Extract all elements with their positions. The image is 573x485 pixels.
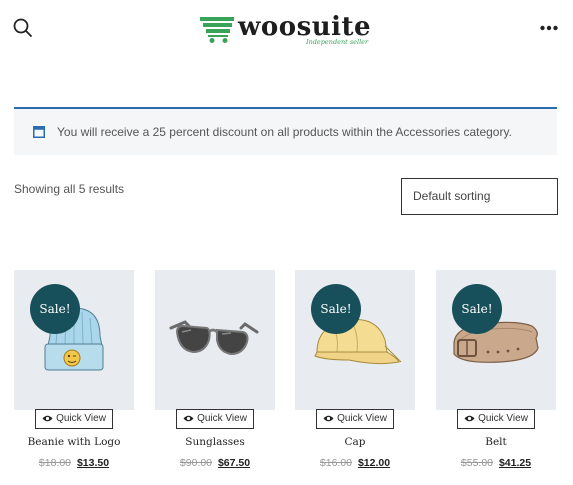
quick-view-button[interactable]: Quick View [316, 409, 394, 429]
old-price: $16.00 [319, 457, 353, 469]
product-image[interactable]: Sale! [436, 270, 556, 410]
product-image[interactable]: Sale! [14, 270, 134, 410]
notice-text: You will receive a 25 percent discount o… [57, 125, 512, 139]
cart-logo-icon [200, 17, 234, 43]
site-header: woosuite Independent seller [0, 0, 573, 60]
product-image[interactable] [155, 270, 275, 410]
product-card[interactable]: Quick View Sunglasses $90.00 $67.50 [155, 270, 275, 475]
sorting-select[interactable]: Default sorting [401, 178, 558, 215]
quick-view-label: Quick View [56, 413, 106, 424]
site-logo[interactable]: woosuite Independent seller [200, 12, 380, 48]
quick-view-label: Quick View [478, 413, 528, 424]
product-price: $55.00 $41.25 [436, 457, 556, 469]
eye-icon [464, 415, 475, 422]
product-card[interactable]: Sale! Quick View Beanie with Logo $18.00… [14, 270, 134, 475]
product-title[interactable]: Sunglasses [155, 436, 275, 448]
discount-notice: You will receive a 25 percent discount o… [14, 107, 557, 155]
product-price: $16.00 $12.00 [295, 457, 415, 469]
sale-badge: Sale! [452, 284, 502, 334]
product-price: $90.00 $67.50 [155, 457, 275, 469]
sale-badge: Sale! [311, 284, 361, 334]
product-image[interactable]: Sale! [295, 270, 415, 410]
belt-icon [453, 321, 539, 363]
sale-price: $13.50 [76, 457, 110, 469]
quick-view-button[interactable]: Quick View [457, 409, 535, 429]
result-count: Showing all 5 results [14, 182, 125, 196]
logo-tagline: Independent seller [306, 38, 369, 46]
quick-view-label: Quick View [337, 413, 387, 424]
more-horizontal-icon[interactable] [539, 20, 559, 36]
product-title[interactable]: Beanie with Logo [14, 436, 134, 448]
calendar-icon [33, 126, 45, 138]
product-title[interactable]: Belt [436, 436, 556, 448]
eye-icon [42, 415, 53, 422]
product-title[interactable]: Cap [295, 436, 415, 448]
sunglasses-icon [169, 320, 259, 356]
quick-view-label: Quick View [197, 413, 247, 424]
search-icon[interactable] [12, 17, 34, 39]
quick-view-button[interactable]: Quick View [176, 409, 254, 429]
product-price: $18.00 $13.50 [14, 457, 134, 469]
quick-view-button[interactable]: Quick View [35, 409, 113, 429]
cap-icon [314, 318, 402, 365]
sale-price: $67.50 [217, 457, 251, 469]
product-card[interactable]: Sale! Quick View Belt $55.00 $41.25 [436, 270, 556, 475]
sale-price: $12.00 [357, 457, 391, 469]
sale-badge: Sale! [30, 284, 80, 334]
old-price: $18.00 [38, 457, 72, 469]
eye-icon [323, 415, 334, 422]
old-price: $90.00 [179, 457, 213, 469]
old-price: $55.00 [460, 457, 494, 469]
sale-price: $41.25 [498, 457, 532, 469]
beanie-icon [44, 307, 104, 371]
product-card[interactable]: Sale! Quick View Cap $16.00 $12.00 [295, 270, 415, 475]
eye-icon [183, 415, 194, 422]
